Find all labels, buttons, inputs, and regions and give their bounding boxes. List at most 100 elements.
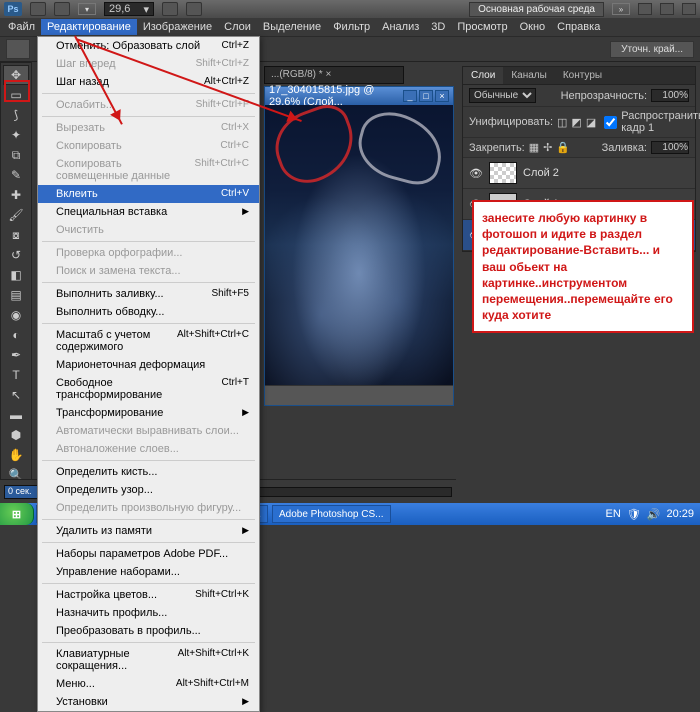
panel-tabs: СлоиКаналыКонтуры [463, 67, 695, 85]
menu-3d[interactable]: 3D [425, 19, 451, 35]
menu-item: СкопироватьCtrl+C [38, 137, 259, 155]
layer-row[interactable]: 👁Слой 2 [463, 158, 695, 189]
menu-изображение[interactable]: Изображение [137, 19, 218, 35]
zoom-field[interactable]: 29,6▾ [104, 2, 154, 16]
tray-icon[interactable]: 🛡 [627, 508, 641, 521]
doc-minimize-button[interactable]: _ [403, 90, 417, 102]
document-window: 17_304015815.jpg @ 29,6% (Слой... _ □ × [264, 86, 454, 406]
history-brush-tool[interactable]: ↺ [3, 245, 29, 265]
menu-item[interactable]: Управление наборами... [38, 563, 259, 581]
lang-indicator[interactable]: EN [606, 508, 621, 520]
gradient-tool[interactable]: ▤ [3, 285, 29, 305]
unify-icon[interactable]: ◩ [571, 116, 581, 129]
menu-item[interactable]: Настройка цветов...Shift+Ctrl+K [38, 586, 259, 604]
blend-mode-select[interactable]: Обычные [469, 88, 536, 103]
document-tab[interactable]: ...(RGB/8) * × [264, 66, 404, 84]
screenmode-dropdown[interactable]: ▾ [78, 3, 96, 15]
menu-item[interactable]: Выполнить заливку...Shift+F5 [38, 285, 259, 303]
lock-label: Закрепить: [469, 142, 525, 154]
workspace-switcher[interactable]: Основная рабочая среда [469, 2, 604, 17]
menu-окно[interactable]: Окно [514, 19, 552, 35]
menu-item: ВырезатьCtrl+X [38, 119, 259, 137]
arrange-icon[interactable] [162, 2, 178, 16]
current-tool-icon[interactable] [6, 39, 30, 59]
menu-item[interactable]: Определить узор... [38, 481, 259, 499]
menu-item[interactable]: Специальная вставка▶ [38, 203, 259, 221]
menu-item[interactable]: Выполнить обводку... [38, 303, 259, 321]
menu-item[interactable]: Масштаб с учетом содержимогоAlt+Shift+Ct… [38, 326, 259, 356]
menu-редактирование[interactable]: Редактирование [41, 19, 137, 35]
panel-tab[interactable]: Контуры [555, 67, 610, 84]
menu-выделение[interactable]: Выделение [257, 19, 327, 35]
eraser-tool[interactable]: ◧ [3, 265, 29, 285]
canvas[interactable] [265, 105, 453, 385]
menu-item: Автоналожение слоев... [38, 440, 259, 458]
menu-item[interactable]: Наборы параметров Adobe PDF... [38, 545, 259, 563]
clock[interactable]: 20:29 [666, 508, 694, 520]
text-tool[interactable]: T [3, 365, 29, 385]
lock-position-icon[interactable]: ✢ [543, 141, 552, 154]
shape-tool[interactable]: ▬ [3, 405, 29, 425]
propagate-checkbox[interactable] [604, 116, 617, 129]
panel-tab[interactable]: Слои [463, 67, 503, 84]
opacity-field[interactable] [651, 89, 689, 102]
document-titlebar[interactable]: 17_304015815.jpg @ 29,6% (Слой... _ □ × [265, 87, 453, 105]
menu-файл[interactable]: Файл [2, 19, 41, 35]
menu-просмотр[interactable]: Просмотр [451, 19, 513, 35]
minimize-button[interactable] [638, 3, 652, 15]
menu-item[interactable]: Назначить профиль... [38, 604, 259, 622]
menu-item[interactable]: Отменить: Образовать слойCtrl+Z [38, 37, 259, 55]
close-button[interactable] [682, 3, 696, 15]
doc-close-button[interactable]: × [435, 90, 449, 102]
lock-pixels-icon[interactable]: ▦ [529, 141, 539, 154]
menu-item[interactable]: Шаг назадAlt+Ctrl+Z [38, 73, 259, 91]
minibridge-icon[interactable] [54, 2, 70, 16]
brush-tool[interactable]: 🖌 [3, 205, 29, 225]
menu-item[interactable]: Трансформирование▶ [38, 404, 259, 422]
hand-tool[interactable]: ✋ [3, 445, 29, 465]
menu-item[interactable]: Клавиатурные сокращения...Alt+Shift+Ctrl… [38, 645, 259, 675]
menu-item: Скопировать совмещенные данныеShift+Ctrl… [38, 155, 259, 185]
visibility-icon[interactable]: 👁 [469, 167, 483, 180]
menu-слои[interactable]: Слои [218, 19, 257, 35]
blur-tool[interactable]: ◉ [3, 305, 29, 325]
taskbar-item[interactable]: Adobe Photoshop CS... [272, 505, 391, 523]
menu-item[interactable]: Преобразовать в профиль... [38, 622, 259, 640]
menu-item[interactable]: Определить кисть... [38, 463, 259, 481]
doc-maximize-button[interactable]: □ [419, 90, 433, 102]
unify-icon[interactable]: ◪ [586, 116, 596, 129]
start-button[interactable]: ⊞ [0, 503, 34, 525]
3d-tool[interactable]: ⬢ [3, 425, 29, 445]
wand-tool[interactable]: ✦ [3, 125, 29, 145]
tray-icon[interactable]: 🔊 [647, 508, 661, 521]
workspace-menu-icon[interactable]: » [612, 3, 630, 15]
menu-item[interactable]: Свободное трансформированиеCtrl+T [38, 374, 259, 404]
lock-all-icon[interactable]: 🔒 [556, 141, 570, 154]
dodge-tool[interactable]: ◐ [3, 325, 29, 345]
menu-item[interactable]: Установки▶ [38, 693, 259, 711]
healing-tool[interactable]: ✚ [3, 185, 29, 205]
fill-label: Заливка: [602, 142, 647, 154]
lasso-tool[interactable]: ⟆ [3, 105, 29, 125]
panel-tab[interactable]: Каналы [503, 67, 555, 84]
menu-анализ[interactable]: Анализ [376, 19, 425, 35]
scrollbar[interactable] [265, 385, 453, 399]
bridge-icon[interactable] [30, 2, 46, 16]
menu-item[interactable]: ВклеитьCtrl+V [38, 185, 259, 203]
menu-фильтр[interactable]: Фильтр [327, 19, 376, 35]
pen-tool[interactable]: ✒ [3, 345, 29, 365]
crop-tool[interactable]: ⧉ [3, 145, 29, 165]
menu-item[interactable]: Марионеточная деформация [38, 356, 259, 374]
path-tool[interactable]: ↖ [3, 385, 29, 405]
stamp-tool[interactable]: ⧇ [3, 225, 29, 245]
maximize-button[interactable] [660, 3, 674, 15]
menu-item[interactable]: Меню...Alt+Shift+Ctrl+M [38, 675, 259, 693]
unify-icon[interactable]: ◫ [557, 116, 567, 129]
extras-icon[interactable] [186, 2, 202, 16]
refine-edge-button[interactable]: Уточн. край... [610, 41, 694, 58]
fill-field[interactable] [651, 141, 689, 154]
menu-справка[interactable]: Справка [551, 19, 606, 35]
eyedropper-tool[interactable]: ✎ [3, 165, 29, 185]
menu-item: Очистить [38, 221, 259, 239]
menu-item: Ослабить...Shift+Ctrl+F [38, 96, 259, 114]
